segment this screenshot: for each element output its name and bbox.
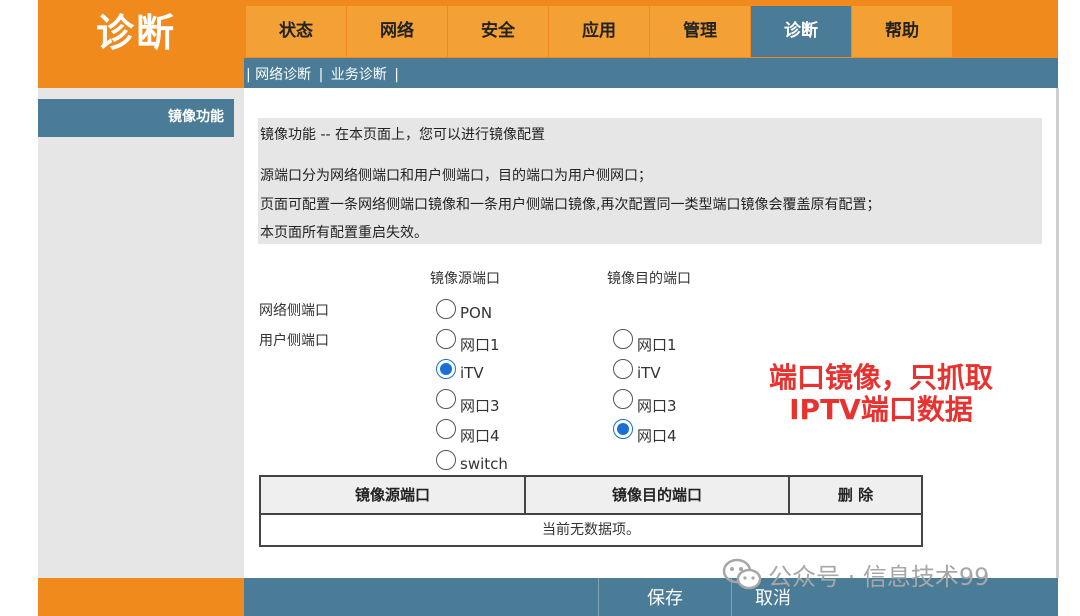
wechat-icon (722, 558, 762, 590)
watermark-text: 公众号 · 信息技术99 (768, 562, 990, 591)
dest-option-label: 网口3 (637, 397, 677, 415)
dest-option-label: iTV (637, 364, 661, 382)
source-radio-port4[interactable] (436, 419, 456, 439)
info-line: 页面可配置一条网络侧端口镜像和一条用户侧端口镜像,再次配置同一类型端口镜像会覆盖… (260, 197, 881, 213)
sidebar-item-mirror[interactable]: 镜像功能 (38, 99, 234, 137)
dest-option-label: 网口4 (637, 427, 677, 445)
source-option-label: iTV (460, 364, 484, 382)
info-line: 本页面所有配置重启失效。 (260, 225, 428, 241)
subnav-separator: | (394, 67, 399, 83)
source-option-label: 网口1 (460, 336, 500, 354)
tab-network[interactable]: 网络 (347, 6, 447, 57)
table-header-source: 镜像源端口 (261, 477, 524, 515)
source-radio-itv[interactable] (436, 359, 456, 379)
tab-status[interactable]: 状态 (246, 6, 346, 57)
dest-radio-port4[interactable] (613, 419, 633, 439)
footer-left-area (38, 578, 244, 616)
source-option-label: 网口4 (460, 427, 500, 445)
info-line: 源端口分为网络侧端口和用户侧端口，目的端口为用户侧网口； (260, 168, 652, 184)
source-option-label: PON (460, 304, 493, 322)
tab-security[interactable]: 安全 (448, 6, 548, 57)
subnav-item-service-diagnosis[interactable]: 业务诊断 (331, 67, 387, 83)
sidebar: 镜像功能 (38, 88, 244, 578)
source-option-label: 网口3 (460, 397, 500, 415)
watermark: 公众号 · 信息技术99 (722, 556, 989, 592)
info-title: 镜像功能 -- 在本页面上，您可以进行镜像配置 (260, 127, 546, 143)
info-box: 镜像功能 -- 在本页面上，您可以进行镜像配置 源端口分为网络侧端口和用户侧端口… (258, 118, 1042, 244)
source-radio-port1[interactable] (436, 329, 456, 349)
subnav-separator: | (246, 67, 251, 83)
sub-nav: | 网络诊断 | 业务诊断 | (244, 58, 1058, 88)
annotation-line: 端口镜像，只抓取 (768, 361, 993, 394)
source-option-label: switch (460, 455, 508, 473)
user-side-label: 用户侧端口 (259, 333, 329, 349)
source-radio-port3[interactable] (436, 389, 456, 409)
subnav-item-network-diagnosis[interactable]: 网络诊断 (255, 67, 311, 83)
table-header-delete: 删 除 (788, 477, 921, 515)
dest-radio-itv[interactable] (613, 359, 633, 379)
dest-radio-port3[interactable] (613, 389, 633, 409)
source-radio-switch[interactable] (436, 450, 456, 470)
network-side-label: 网络侧端口 (259, 303, 329, 319)
source-radio-pon[interactable] (436, 299, 456, 319)
content-border (1056, 88, 1059, 578)
subnav-separator: | (318, 67, 324, 83)
page-title: 诊断 (96, 11, 177, 55)
mirror-table: 镜像源端口 镜像目的端口 删 除 当前无数据项。 (259, 475, 923, 547)
dest-option-label: 网口1 (637, 336, 677, 354)
save-button[interactable]: 保存 (598, 578, 732, 616)
main-nav: 状态 网络 安全 应用 管理 诊断 帮助 (244, 0, 1058, 58)
tab-application[interactable]: 应用 (549, 6, 649, 57)
table-header-dest: 镜像目的端口 (524, 477, 788, 515)
source-port-header: 镜像源端口 (430, 271, 500, 287)
tab-help[interactable]: 帮助 (852, 6, 952, 57)
table-empty-row: 当前无数据项。 (542, 522, 640, 538)
tab-management[interactable]: 管理 (650, 6, 750, 57)
annotation-line: IPTV端口数据 (789, 393, 973, 426)
dest-radio-port1[interactable] (613, 329, 633, 349)
tab-diagnostics[interactable]: 诊断 (751, 6, 851, 57)
annotation-text: 端口镜像，只抓取 IPTV端口数据 (746, 362, 1016, 426)
dest-port-header: 镜像目的端口 (607, 271, 691, 287)
